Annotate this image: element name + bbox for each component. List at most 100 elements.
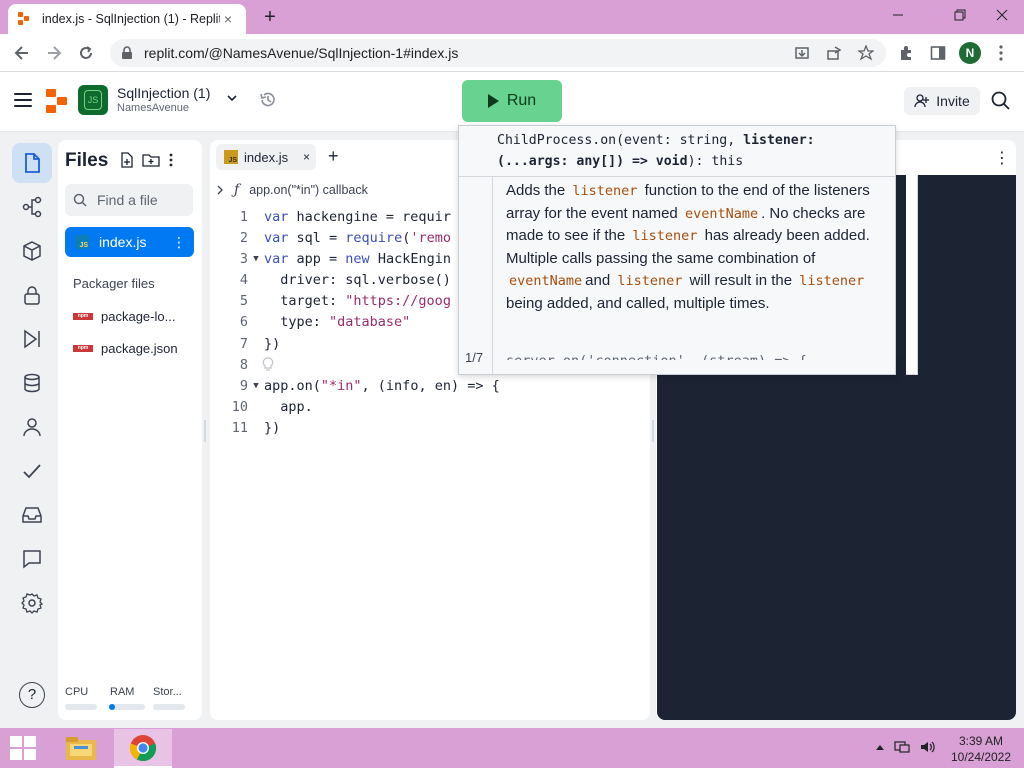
code-text[interactable]: app. bbox=[264, 397, 313, 418]
address-bar[interactable]: replit.com/@NamesAvenue/SqlInjection-1#i… bbox=[110, 39, 886, 67]
network-icon[interactable] bbox=[894, 740, 910, 754]
volume-icon[interactable] bbox=[920, 740, 936, 754]
new-folder-icon[interactable] bbox=[142, 152, 160, 168]
back-button[interactable] bbox=[9, 40, 35, 66]
breadcrumb[interactable]: ƒ app.on("*in") callback bbox=[216, 182, 368, 198]
bookmark-star-icon[interactable] bbox=[858, 45, 874, 61]
fold-toggle-icon[interactable]: ▼ bbox=[248, 376, 264, 397]
restore-window-button[interactable] bbox=[938, 0, 982, 30]
line-number: 3 bbox=[239, 251, 248, 268]
line-number: 10 bbox=[231, 398, 248, 415]
code-text[interactable]: var sql = require('remo bbox=[264, 228, 451, 249]
fold-gutter bbox=[248, 270, 264, 291]
code-text[interactable]: target: "https://goog bbox=[264, 291, 451, 312]
forward-button[interactable] bbox=[41, 40, 67, 66]
ram-meter[interactable] bbox=[109, 704, 145, 710]
line-number: 11 bbox=[231, 419, 248, 436]
files-more-icon[interactable] bbox=[168, 152, 174, 168]
file-item-package-json[interactable]: npm package.json bbox=[73, 341, 178, 356]
find-file-input[interactable]: Find a file bbox=[65, 184, 193, 216]
nodejs-repl-icon[interactable]: JS bbox=[78, 85, 108, 115]
help-button[interactable]: ? bbox=[19, 682, 45, 708]
code-text[interactable]: var hackengine = requir bbox=[264, 207, 451, 228]
close-window-button[interactable] bbox=[980, 0, 1024, 30]
fold-gutter bbox=[248, 312, 264, 333]
code-text[interactable]: driver: sql.verbose() bbox=[264, 270, 451, 291]
windows-start-icon[interactable] bbox=[10, 736, 38, 760]
signature-divider bbox=[459, 176, 895, 177]
file-explorer-icon[interactable] bbox=[64, 734, 98, 762]
lock-icon bbox=[122, 46, 132, 59]
search-icon bbox=[73, 193, 87, 207]
new-file-icon[interactable] bbox=[120, 152, 134, 168]
code-text[interactable]: type: "database" bbox=[264, 312, 410, 333]
reload-button[interactable] bbox=[73, 40, 99, 66]
code-text[interactable]: }) bbox=[264, 418, 280, 439]
code-text[interactable]: var app = new HackEngin bbox=[264, 249, 451, 270]
files-tool-button[interactable] bbox=[12, 143, 52, 183]
signature-scrollbar[interactable] bbox=[896, 175, 906, 358]
database-tool-button[interactable] bbox=[12, 363, 52, 403]
install-app-icon[interactable] bbox=[794, 45, 810, 61]
chevron-down-icon[interactable] bbox=[226, 92, 238, 104]
run-label: Run bbox=[506, 92, 537, 109]
profile-avatar[interactable]: N bbox=[959, 42, 981, 64]
auth-tool-button[interactable] bbox=[12, 407, 52, 447]
cpu-meter[interactable] bbox=[65, 704, 97, 710]
threads-tool-button[interactable] bbox=[12, 495, 52, 535]
replit-logo-icon[interactable] bbox=[46, 89, 68, 113]
secrets-tool-button[interactable] bbox=[12, 275, 52, 315]
file-item-index-js[interactable]: JS index.js ⋮ bbox=[65, 227, 194, 257]
fold-toggle-icon[interactable]: ▼ bbox=[248, 249, 264, 270]
lightbulb-icon[interactable] bbox=[262, 357, 274, 371]
new-tab-button[interactable]: + bbox=[258, 6, 282, 30]
git-tool-button[interactable] bbox=[12, 187, 52, 227]
side-panel-icon[interactable] bbox=[930, 45, 946, 61]
share-icon[interactable] bbox=[826, 45, 842, 61]
fold-gutter bbox=[248, 397, 264, 418]
storage-meter[interactable] bbox=[153, 704, 185, 710]
console-more-icon[interactable]: ⋮ bbox=[994, 148, 1010, 168]
settings-tool-button[interactable] bbox=[12, 583, 52, 623]
fold-gutter bbox=[248, 207, 264, 228]
browser-menu-icon[interactable] bbox=[996, 44, 1006, 62]
line-number: 9 bbox=[239, 377, 248, 394]
editor-tab-close-button[interactable]: × bbox=[303, 150, 310, 164]
repl-name[interactable]: SqlInjection (1) bbox=[117, 85, 210, 101]
fold-gutter bbox=[248, 418, 264, 439]
chrome-taskbar-button[interactable] bbox=[114, 729, 172, 768]
browser-tab[interactable]: index.js - SqlInjection (1) - Replit × bbox=[8, 4, 246, 34]
tab-close-button[interactable]: × bbox=[220, 11, 236, 27]
file-more-icon[interactable]: ⋮ bbox=[172, 234, 186, 251]
pane-resize-handle[interactable] bbox=[204, 420, 206, 442]
code-line[interactable]: 9 ▼ app.on("*in", (info, en) => { bbox=[222, 376, 500, 397]
file-item-package-lock[interactable]: npm package-lo... bbox=[73, 309, 175, 324]
minimize-window-button[interactable] bbox=[876, 0, 920, 30]
signature-gutter bbox=[459, 177, 493, 374]
find-file-placeholder: Find a file bbox=[97, 192, 158, 208]
taskbar-clock[interactable]: 3:39 AM 10/24/2022 bbox=[950, 733, 1012, 765]
add-user-icon bbox=[914, 94, 930, 108]
extensions-puzzle-icon[interactable] bbox=[898, 45, 914, 61]
repl-owner[interactable]: NamesAvenue bbox=[117, 102, 189, 114]
search-icon[interactable] bbox=[990, 90, 1012, 112]
history-icon[interactable] bbox=[258, 90, 278, 110]
forward-arrow-icon bbox=[48, 46, 62, 60]
overload-counter[interactable]: 1/7 bbox=[465, 350, 483, 365]
debugger-tool-button[interactable] bbox=[12, 319, 52, 359]
tests-tool-button[interactable] bbox=[12, 451, 52, 491]
tray-expand-icon[interactable] bbox=[876, 744, 884, 750]
invite-button[interactable]: Invite bbox=[904, 87, 980, 115]
editor-tab-index-js[interactable]: JS index.js × bbox=[216, 144, 316, 170]
code-text[interactable]: app.on("*in", (info, en) => { bbox=[264, 376, 500, 397]
packages-tool-button[interactable] bbox=[12, 231, 52, 271]
code-text[interactable]: }) bbox=[264, 334, 280, 355]
code-line[interactable]: 10 app. bbox=[222, 397, 500, 418]
packages-icon bbox=[23, 241, 41, 261]
run-button[interactable]: Run bbox=[462, 80, 562, 122]
code-line[interactable]: 11}) bbox=[222, 418, 500, 439]
add-editor-tab-button[interactable]: + bbox=[328, 146, 339, 167]
chat-tool-button[interactable] bbox=[12, 539, 52, 579]
menu-hamburger-icon[interactable] bbox=[14, 93, 32, 107]
pane-resize-handle[interactable] bbox=[652, 420, 654, 442]
